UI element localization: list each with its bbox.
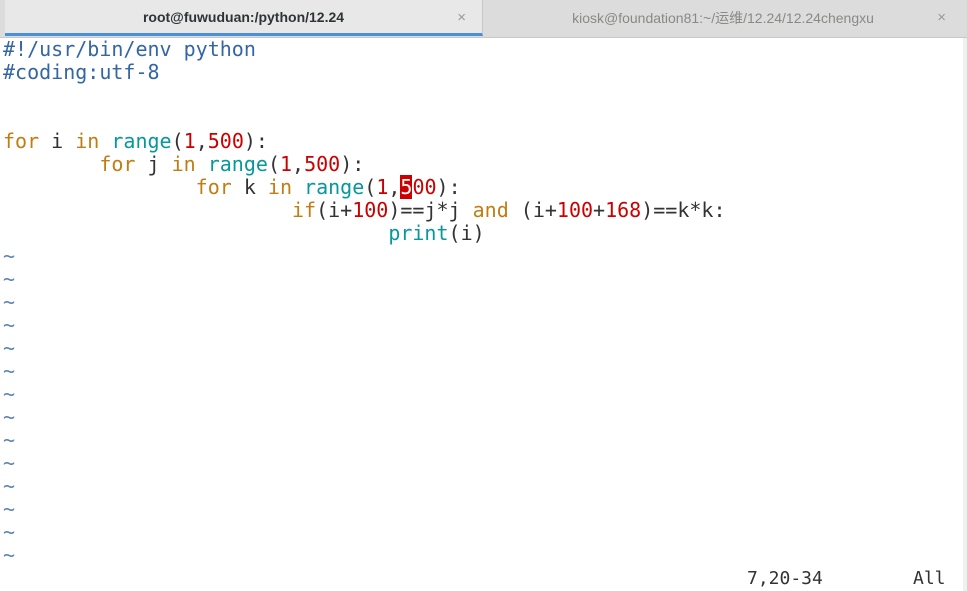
- code-token: +: [593, 198, 606, 222]
- code-token: print: [388, 221, 449, 245]
- code-token: ):: [436, 175, 461, 199]
- empty-line-tilde: ~: [3, 451, 16, 475]
- code-line: print(i): [3, 221, 485, 245]
- code-token: 00: [412, 175, 437, 199]
- code-token: j: [135, 152, 172, 176]
- code-token: 168: [605, 198, 642, 222]
- code-token: 500: [207, 129, 244, 153]
- code-token: k: [231, 175, 268, 199]
- code-token: ,: [292, 152, 305, 176]
- code-token: for: [99, 152, 136, 176]
- code-token: 1: [183, 129, 196, 153]
- code-token: i: [39, 129, 76, 153]
- code-line: #!/usr/bin/env python: [3, 38, 256, 61]
- code-token: 1: [376, 175, 389, 199]
- empty-line-tilde: ~: [3, 497, 16, 521]
- code-token: ):: [340, 152, 365, 176]
- code-token: #coding:utf-8: [3, 60, 160, 84]
- code-token: ,: [388, 175, 401, 199]
- scrollbar[interactable]: [963, 38, 967, 591]
- empty-line-tilde: ~: [3, 336, 16, 360]
- code-token: range: [304, 175, 365, 199]
- vim-editor[interactable]: #!/usr/bin/env python #coding:utf-8 for i …: [0, 38, 963, 591]
- cursor-position: 7,20-34: [747, 568, 823, 589]
- empty-line-tilde: ~: [3, 359, 16, 383]
- code-token: if: [291, 198, 317, 222]
- code-line: for j in range(1,500):: [3, 153, 364, 176]
- code-token: and: [472, 198, 509, 222]
- close-tab-icon[interactable]: ×: [457, 9, 466, 26]
- tab-kiosk-foundation81[interactable]: kiosk@foundation81:~/运维/12.24/12.24cheng…: [484, 0, 962, 36]
- code-token: 100: [556, 198, 594, 222]
- tab-bar: root@fuwuduan:/python/12.24 × kiosk@foun…: [0, 0, 967, 38]
- code-token: ):: [243, 129, 268, 153]
- code-token: (: [267, 152, 280, 176]
- code-line: for k in range(1,500):: [3, 175, 461, 199]
- empty-line-tilde: ~: [3, 428, 16, 452]
- code-token: 500: [304, 152, 341, 176]
- code-token: in: [171, 152, 196, 176]
- code-token: for: [3, 129, 40, 153]
- close-tab-icon[interactable]: ×: [937, 9, 946, 26]
- code-line: if(i+100)==j*j and (i+100+168)==k*k:: [3, 199, 726, 222]
- code-token: 1: [279, 152, 293, 176]
- empty-line-tilde: ~: [3, 382, 16, 406]
- code-token: (i): [448, 221, 485, 245]
- empty-line-tilde: ~: [3, 474, 16, 498]
- code-token: )==j*j: [388, 198, 473, 222]
- code-token: in: [75, 129, 100, 153]
- empty-line-tilde: ~: [3, 290, 16, 314]
- code-token: ,: [195, 129, 208, 153]
- scroll-position: All: [913, 568, 946, 589]
- code-token: in: [267, 175, 292, 199]
- empty-line-tilde: ~: [3, 405, 16, 429]
- tab-label: root@fuwuduan:/python/12.24: [142, 8, 345, 25]
- text-cursor: 5: [400, 175, 413, 199]
- code-line: #coding:utf-8: [3, 61, 160, 84]
- code-token: (: [171, 129, 184, 153]
- code-token: for: [195, 175, 232, 199]
- code-token: )==k*k:: [641, 198, 726, 222]
- code-token: (i+: [316, 198, 353, 222]
- empty-line-tilde: ~: [3, 244, 16, 268]
- empty-line-tilde: ~: [3, 267, 16, 291]
- tab-root-fuwuduan[interactable]: root@fuwuduan:/python/12.24 ×: [5, 0, 483, 36]
- code-token: (i+: [508, 198, 557, 222]
- code-token: 100: [352, 198, 389, 222]
- empty-line-tilde: ~: [3, 313, 16, 337]
- empty-line-tilde: ~: [3, 543, 16, 567]
- tab-label: kiosk@foundation81:~/运维/12.24/12.24cheng…: [572, 10, 874, 26]
- code-token: range: [111, 129, 172, 153]
- code-token: range: [207, 152, 268, 176]
- code-line: for i in range(1,500):: [3, 130, 268, 153]
- code-token: (: [364, 175, 377, 199]
- empty-line-tilde: ~: [3, 520, 16, 544]
- code-token: #!/usr/bin/env python: [3, 37, 256, 61]
